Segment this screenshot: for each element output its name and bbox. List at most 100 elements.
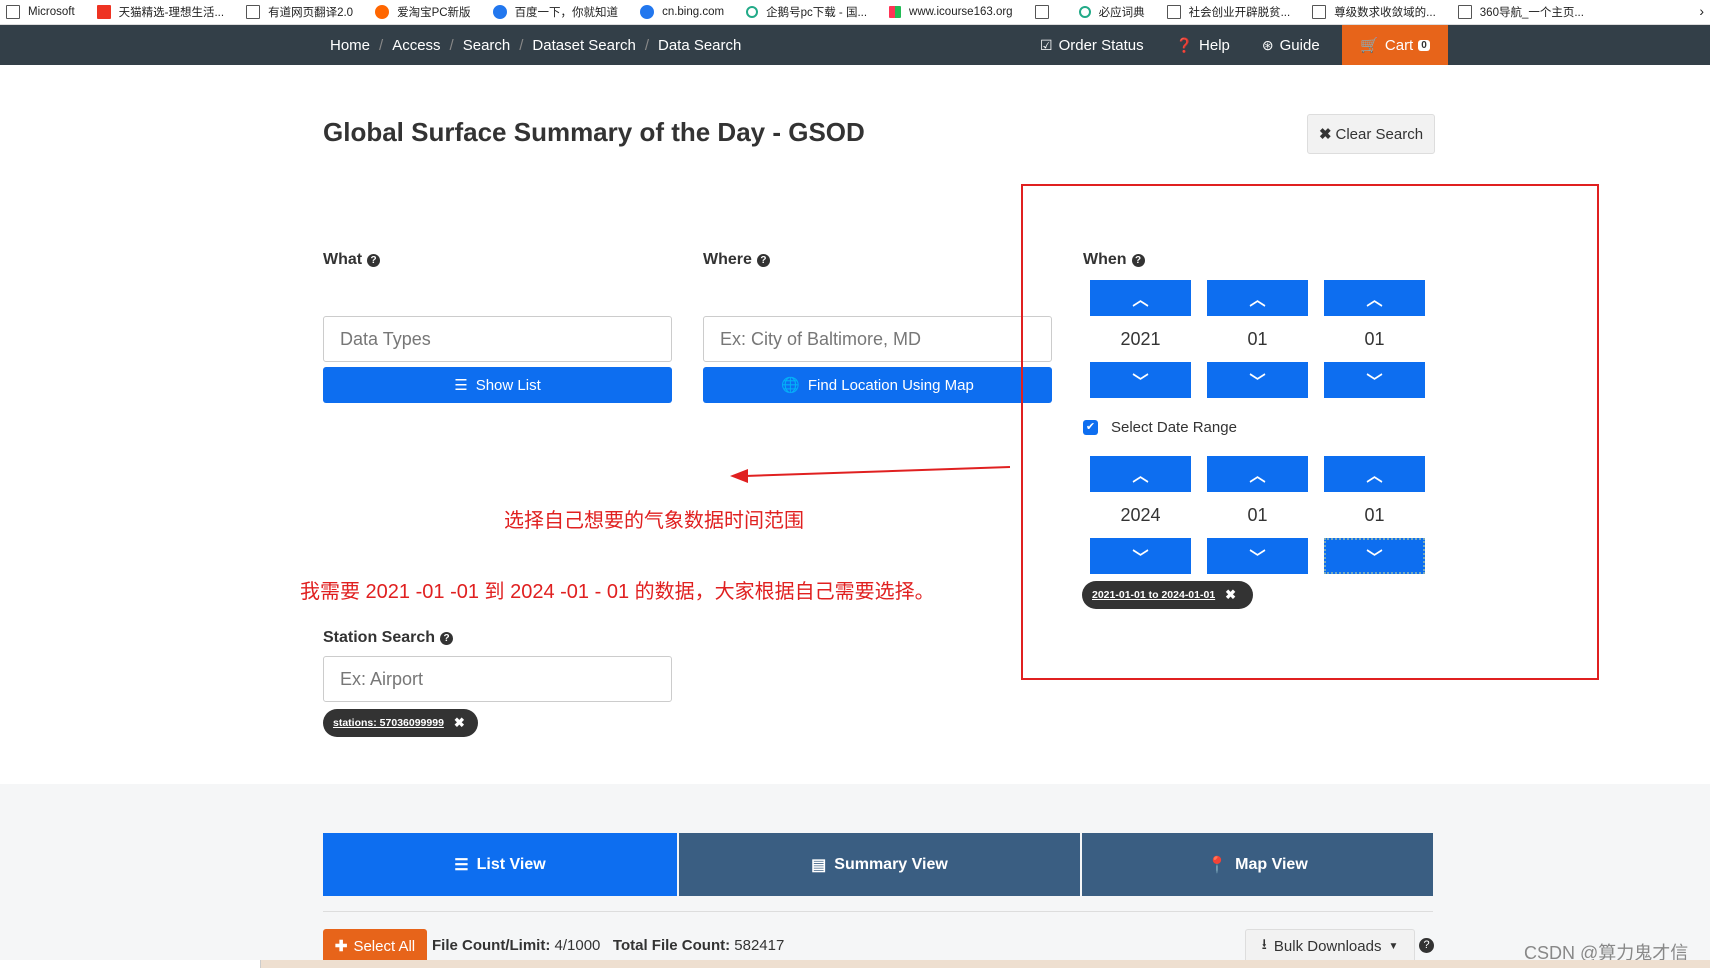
bookmark-microsoft[interactable]: Microsoft [0,5,75,19]
bookmark-blank[interactable] [1029,5,1057,19]
tmall-icon [96,5,111,19]
bookmark-baidu[interactable]: 百度一下，你就知道 [487,4,618,20]
life-ring-icon: ⊛ [1261,36,1274,53]
crumb-dataset-search[interactable]: Dataset Search [532,37,635,54]
order-status-link[interactable]: ☑ Order Status [1040,37,1144,54]
bookmark-tmall[interactable]: 天猫精选-理想生活... [91,4,224,20]
increment-year-button[interactable]: ︿ [1090,456,1191,492]
chevron-up-icon: ︿ [1249,292,1266,309]
question-icon[interactable]: ? [1419,938,1434,953]
show-list-button[interactable]: ☰ Show List [323,367,672,403]
start-year-value[interactable]: 2021 [1090,316,1191,362]
bookmark-taobao[interactable]: 爱淘宝PC新版 [369,4,471,20]
chevron-up-icon: ︿ [1132,292,1149,309]
taskbar-strip [0,960,1710,968]
crumb-home[interactable]: Home [330,37,370,54]
chevron-up-icon: ︿ [1249,468,1266,485]
help-link[interactable]: ❓ Help [1176,37,1230,54]
chevron-up-icon: ︿ [1132,468,1149,485]
where-label: Where? [703,251,770,269]
decrement-year-button[interactable]: ﹀ [1090,362,1191,398]
bookmark-bing[interactable]: cn.bing.com [634,5,724,19]
annotation-range-note: 我需要 2021 -01 -01 到 2024 -01 - 01 的数据，大家根… [300,581,935,603]
bookmark-icourse[interactable]: www.icourse163.org [883,6,1013,18]
page-icon [1457,5,1472,19]
cart-count-badge: 0 [1418,39,1430,51]
question-icon[interactable]: ? [1131,253,1145,267]
decrement-year-button[interactable]: ﹀ [1090,538,1191,574]
list-icon: ☰ [454,856,469,874]
page-icon [1166,5,1181,19]
location-input[interactable] [703,316,1052,362]
decrement-day-button[interactable]: ﹀ [1324,538,1425,574]
increment-day-button[interactable]: ︿ [1324,280,1425,316]
data-types-input[interactable] [323,316,672,362]
search-icon [746,6,759,18]
station-search-input[interactable] [323,656,672,702]
select-all-button[interactable]: ✚ Select All [323,929,427,963]
bookmark-social[interactable]: 社会创业开辟脱贫... [1161,4,1290,20]
page-icon [246,5,261,19]
increment-year-button[interactable]: ︿ [1090,280,1191,316]
chevron-down-icon: ﹀ [1132,550,1149,567]
date-range-checkbox[interactable]: ✔ [1083,420,1098,435]
chevron-up-icon: ︿ [1366,468,1383,485]
chevron-down-icon: ﹀ [1366,550,1383,567]
remove-filter-icon[interactable]: ✖ [454,715,465,731]
tab-map-view[interactable]: 📍 Map View [1082,833,1433,896]
question-icon[interactable]: ? [440,631,454,645]
tab-list-view[interactable]: ☰ List View [323,833,677,896]
bookmark-biying[interactable]: 必应词典 [1073,4,1145,20]
station-search-label: Station Search? [323,629,454,647]
tab-summary-view[interactable]: ▤ Summary View [679,833,1080,896]
bookmark-360[interactable]: 360导航_一个主页... [1452,4,1584,20]
table-icon: ▤ [811,856,827,874]
guide-link[interactable]: ⊛ Guide [1262,37,1320,54]
start-month-value[interactable]: 01 [1207,316,1308,362]
cart-button[interactable]: 🛒 Cart 0 [1342,25,1448,65]
taobao-icon [375,5,390,19]
bookmark-series[interactable]: 尊级数求收敛域的... [1306,4,1436,20]
end-day-value[interactable]: 01 [1324,492,1425,538]
page-icon [6,5,20,19]
page-icon [1312,5,1327,19]
crumb-data-search[interactable]: Data Search [658,37,741,54]
increment-day-button[interactable]: ︿ [1324,456,1425,492]
question-icon[interactable]: ? [367,253,381,267]
decrement-month-button[interactable]: ﹀ [1207,362,1308,398]
when-label: When? [1083,251,1145,269]
clear-search-button[interactable]: ✖ Clear Search [1307,114,1435,154]
end-year-value[interactable]: 2024 [1090,492,1191,538]
question-icon[interactable]: ? [756,253,770,267]
chevron-down-icon: ﹀ [1132,374,1149,391]
date-range-label[interactable]: Select Date Range [1111,419,1237,436]
decrement-month-button[interactable]: ﹀ [1207,538,1308,574]
chevron-right-icon[interactable]: › [1699,3,1704,19]
increment-month-button[interactable]: ︿ [1207,456,1308,492]
start-day-value[interactable]: 01 [1324,316,1425,362]
end-month-value[interactable]: 01 [1207,492,1308,538]
globe-icon: 🌐 [781,377,800,394]
bookmark-qie[interactable]: 企鹅号pc下载 - 国... [740,4,867,20]
divider [323,911,1433,912]
bulk-downloads-button[interactable]: ⭳ Bulk Downloads ▼ [1245,929,1415,963]
caret-down-icon: ▼ [1388,940,1399,952]
download-icon: ⭳ [1261,935,1267,953]
increment-month-button[interactable]: ︿ [1207,280,1308,316]
start-day-spinner: ︿ 01 ﹀ [1324,280,1425,398]
crumb-search[interactable]: Search [463,37,511,54]
bing-icon [640,5,655,19]
find-location-map-button[interactable]: 🌐 Find Location Using Map [703,367,1052,403]
decrement-day-button[interactable]: ﹀ [1324,362,1425,398]
crumb-access[interactable]: Access [392,37,440,54]
file-count-info: File Count/Limit: 4/1000 Total File Coun… [432,937,785,954]
map-marker-icon: 📍 [1207,856,1228,874]
bookmark-youdao[interactable]: 有道网页翻译2.0 [240,4,353,20]
cart-icon: 🛒 [1360,37,1379,54]
close-icon: ✖ [1318,126,1332,143]
remove-filter-icon[interactable]: ✖ [1225,587,1236,603]
chevron-down-icon: ﹀ [1249,550,1266,567]
question-circle-icon: ❓ [1175,36,1194,53]
baidu-icon [492,5,507,19]
what-label: What? [323,251,381,269]
